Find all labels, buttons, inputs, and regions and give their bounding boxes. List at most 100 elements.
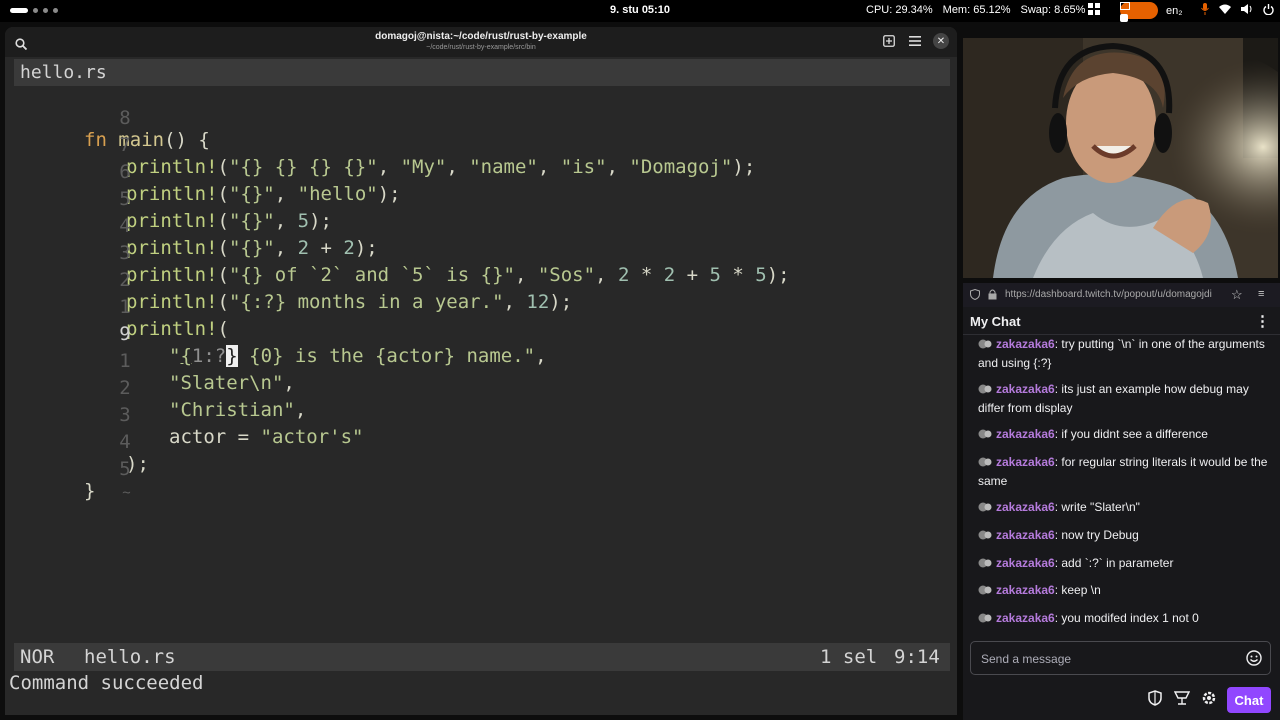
- code-line: 1 println!(: [5, 274, 229, 340]
- screen-recording-indicator[interactable]: [1120, 2, 1158, 22]
- string-literal: "Sos": [537, 264, 596, 286]
- browser-url-bar[interactable]: https://dashboard.twitch.tv/popout/u/dom…: [963, 283, 1280, 307]
- cpu-usage: CPU: 29.34%: [866, 4, 933, 16]
- line-number: 1: [119, 296, 131, 318]
- bookmark-star-icon[interactable]: ☆: [1231, 287, 1243, 303]
- chat-username[interactable]: zakazaka6: [996, 528, 1055, 542]
- line-number: 2: [119, 377, 131, 399]
- chat-username[interactable]: zakazaka6: [996, 500, 1055, 514]
- menu-icon[interactable]: ≡: [1258, 288, 1264, 300]
- workspace-indicator[interactable]: [10, 8, 58, 13]
- string-literal: ": [169, 345, 181, 367]
- matching-brace: {: [180, 345, 192, 367]
- string-literal: "{:?} months in a year.": [228, 291, 504, 313]
- keyboard-layout[interactable]: en₂: [1166, 5, 1183, 17]
- screencast-icon: [1120, 2, 1130, 10]
- chat-title: My Chat: [970, 314, 1021, 329]
- app-grid-icon[interactable]: [1088, 3, 1100, 18]
- chat-message[interactable]: zakazaka6: its just an example how debug…: [978, 380, 1268, 418]
- chat-message-input[interactable]: Send a message: [970, 641, 1271, 675]
- more-options-icon[interactable]: ⋮: [1255, 312, 1270, 330]
- line-number: 4: [119, 431, 131, 453]
- hamburger-menu-icon[interactable]: [907, 33, 923, 49]
- chat-message-text: : keep \n: [1054, 583, 1101, 597]
- chat-username[interactable]: zakazaka6: [996, 427, 1055, 441]
- string-literal: "is": [560, 156, 607, 178]
- string-literal: "Domagoj": [629, 156, 733, 178]
- chat-message[interactable]: zakazaka6: add `:?` in parameter: [978, 554, 1268, 573]
- number-literal: 5: [709, 264, 721, 286]
- chat-username[interactable]: zakazaka6: [996, 611, 1055, 625]
- chat-message-text: : if you didnt see a difference: [1054, 427, 1208, 441]
- user-badge-icon: [978, 500, 992, 512]
- system-top-bar: 9. stu 05:10 CPU: 29.34% Mem: 65.12% Swa…: [0, 0, 1280, 22]
- number-literal: 5: [755, 264, 767, 286]
- user-badge-icon: [978, 427, 992, 439]
- chat-username[interactable]: zakazaka6: [996, 337, 1055, 351]
- number-literal: 2: [617, 264, 630, 286]
- number-literal: 2: [297, 237, 310, 259]
- active-workspace-pill[interactable]: [10, 8, 28, 13]
- code-line: 3 println!("{} of `2` and `5` is {}", "S…: [5, 220, 789, 286]
- chat-message[interactable]: zakazaka6: you modifed index 1 not 0: [978, 609, 1268, 628]
- macro: println!: [126, 264, 218, 286]
- terminal-header-bar[interactable]: domagoj@nista:~/code/rust/rust-by-exampl…: [5, 27, 957, 57]
- string-literal: "actor's": [260, 426, 364, 448]
- rewards-icon[interactable]: [1173, 690, 1191, 711]
- status-file-name: hello.rs: [84, 646, 176, 668]
- chat-message[interactable]: zakazaka6: now try Debug: [978, 526, 1268, 545]
- chat-message[interactable]: zakazaka6: try putting `\n` in one of th…: [978, 335, 1268, 373]
- selection-count: 1 sel: [820, 646, 878, 668]
- editor-mode: NOR: [20, 646, 55, 668]
- buffer-tab[interactable]: hello.rs: [14, 59, 950, 86]
- moderation-shield-icon[interactable]: [1148, 690, 1162, 711]
- chat-username[interactable]: zakazaka6: [996, 556, 1055, 570]
- number-literal: 5: [297, 210, 310, 232]
- user-badge-icon: [978, 556, 992, 568]
- chat-send-button[interactable]: Chat: [1227, 687, 1271, 713]
- format-placeholder: 1:?: [191, 345, 227, 367]
- chat-message[interactable]: zakazaka6: if you didnt see a difference: [978, 425, 1268, 444]
- string-literal: "hello": [297, 183, 378, 205]
- macro: println!: [126, 318, 218, 340]
- empty-line-marker: ~: [5, 463, 130, 501]
- macro: println!: [126, 237, 218, 259]
- cursor-position: 9:14: [894, 646, 940, 668]
- number-literal: 12: [526, 291, 550, 313]
- user-badge-icon: [978, 611, 992, 623]
- settings-gear-icon[interactable]: [1201, 690, 1217, 711]
- system-monitor[interactable]: CPU: 29.34% Mem: 65.12% Swap: 8.65%: [866, 4, 1085, 16]
- chat-message[interactable]: zakazaka6: write "Slater\n": [978, 498, 1268, 517]
- text-cursor: }: [226, 345, 238, 367]
- code-line: 2 println!("{:?} months in a year.", 12)…: [5, 247, 572, 313]
- new-tab-icon[interactable]: [881, 33, 897, 49]
- chat-message-text: : you modifed index 1 not 0: [1054, 611, 1199, 625]
- string-literal: {0} is the {actor} name.": [237, 345, 536, 367]
- workspace-dot[interactable]: [33, 8, 38, 13]
- shield-icon[interactable]: [970, 288, 980, 303]
- chat-message-text: : write "Slater\n": [1054, 500, 1140, 514]
- macro: println!: [126, 210, 218, 232]
- line-number: 8: [119, 107, 131, 129]
- mem-usage: Mem: 65.12%: [942, 4, 1011, 16]
- chat-message[interactable]: zakazaka6: for regular string literals i…: [978, 453, 1268, 491]
- chat-input-placeholder: Send a message: [981, 652, 1072, 666]
- chat-username[interactable]: zakazaka6: [996, 583, 1055, 597]
- lock-icon: [988, 289, 997, 303]
- workspace-dot[interactable]: [43, 8, 48, 13]
- emote-picker-icon[interactable]: [1246, 650, 1262, 671]
- chat-username[interactable]: zakazaka6: [996, 382, 1055, 396]
- workspace-dot[interactable]: [53, 8, 58, 13]
- webcam-feed: [963, 38, 1278, 278]
- string-literal: "My": [400, 156, 447, 178]
- string-literal: "{} {} {} {}": [228, 156, 378, 178]
- system-tray: en₂: [1088, 2, 1274, 22]
- close-icon[interactable]: ✕: [933, 33, 949, 49]
- code-line: 5 println!("{}", 5);: [5, 166, 332, 232]
- chat-message[interactable]: zakazaka6: keep \n: [978, 581, 1268, 600]
- chat-username[interactable]: zakazaka6: [996, 455, 1055, 469]
- code-line: 1 "Slater\n",: [5, 328, 295, 394]
- code-line: 4 println!("{}", 2 + 2);: [5, 193, 378, 259]
- code-text: () {: [164, 129, 210, 151]
- url-text[interactable]: https://dashboard.twitch.tv/popout/u/dom…: [1005, 289, 1227, 300]
